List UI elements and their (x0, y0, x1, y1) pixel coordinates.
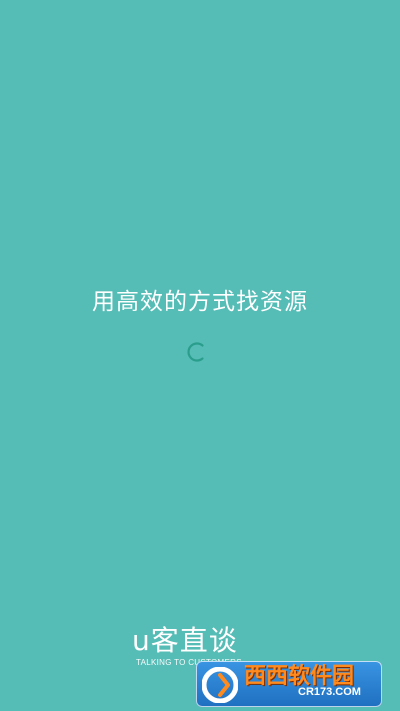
watermark-site: CR173.COM (298, 686, 361, 698)
splash-screen: 用高效的方式找资源 u客直谈 TALKING TO CUSTOMERS 西西软件… (0, 0, 400, 711)
watermark-logo-icon (202, 667, 238, 703)
brand-name: u客直谈 (132, 624, 238, 657)
watermark-badge: 西西软件园 CR173.COM (196, 661, 382, 707)
slogan-text: 用高效的方式找资源 (92, 289, 308, 315)
loading-spinner-icon (187, 342, 204, 362)
